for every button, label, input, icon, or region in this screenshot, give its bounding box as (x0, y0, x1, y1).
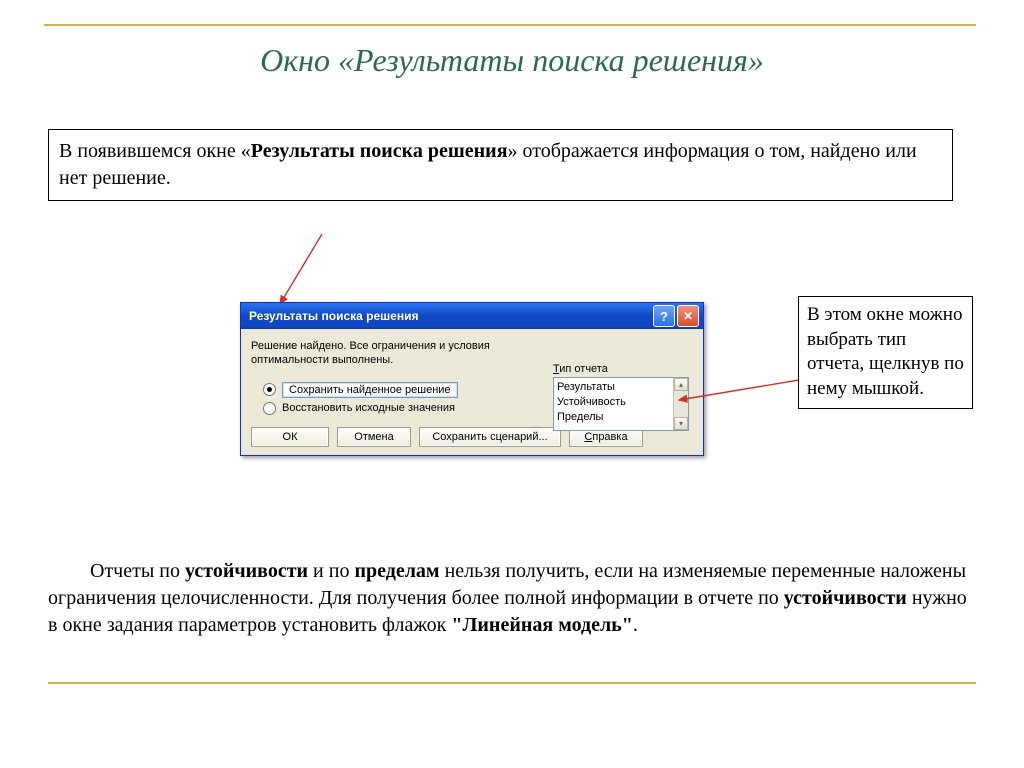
dialog-titlebar[interactable]: Результаты поиска решения ? ✕ (241, 303, 703, 329)
radio-keep-solution-label: Сохранить найденное решение (282, 382, 458, 398)
fn-b3: устойчивости (784, 587, 907, 609)
report-type-group: Тип отчета Результаты Устойчивость Преде… (553, 363, 693, 431)
report-type-label: Тип отчета (553, 363, 693, 375)
report-option-sensitivity[interactable]: Устойчивость (557, 395, 685, 410)
bottom-rule (48, 682, 976, 684)
titlebar-help-button[interactable]: ? (653, 305, 675, 327)
page-title: Окно «Результаты поиска решения» (48, 42, 976, 79)
save-scenario-button[interactable]: Сохранить сценарий... (419, 427, 561, 447)
radio-restore-original-label: Восстановить исходные значения (282, 402, 455, 414)
radio-dot-selected-icon (263, 383, 276, 396)
report-option-limits[interactable]: Пределы (557, 410, 685, 425)
help-button-rest: правка (592, 431, 627, 443)
fn-b1: устойчивости (185, 560, 308, 582)
footnote-paragraph: Отчеты по устойчивости и по пределам нел… (48, 558, 976, 639)
arrow-top-icon (272, 232, 332, 310)
listbox-scrollbar[interactable]: ▴ ▾ (673, 378, 688, 430)
report-type-listbox[interactable]: Результаты Устойчивость Пределы ▴ ▾ (553, 377, 689, 431)
scroll-up-icon[interactable]: ▴ (674, 378, 688, 391)
solver-status-text: Решение найдено. Все ограничения и услов… (251, 339, 511, 368)
top-rule (44, 24, 976, 26)
titlebar-close-button[interactable]: ✕ (677, 305, 699, 327)
dialog-title: Результаты поиска решения (249, 309, 418, 323)
callout-top: В появившемся окне «Результаты поиска ре… (48, 129, 953, 201)
ok-button[interactable]: ОК (251, 427, 329, 447)
report-type-label-rest: ип отчета (559, 363, 608, 375)
cancel-button[interactable]: Отмена (337, 427, 411, 447)
solver-results-dialog: Результаты поиска решения ? ✕ Решение на… (240, 302, 704, 456)
fn-t1: Отчеты по (90, 560, 185, 582)
fn-b2: пределам (354, 560, 439, 582)
fn-b4: "Линейная модель" (451, 614, 632, 636)
scroll-down-icon[interactable]: ▾ (674, 417, 688, 430)
callout-top-bold: Результаты поиска решения (251, 140, 508, 162)
callout-top-pre: В появившемся окне « (59, 140, 251, 162)
callout-right: В этом окне можно выбрать тип отчета, ще… (798, 296, 973, 409)
radio-dot-unselected-icon (263, 402, 276, 415)
report-option-results[interactable]: Результаты (557, 380, 685, 395)
fn-t2: и по (308, 560, 354, 582)
fn-t5: . (633, 614, 638, 636)
